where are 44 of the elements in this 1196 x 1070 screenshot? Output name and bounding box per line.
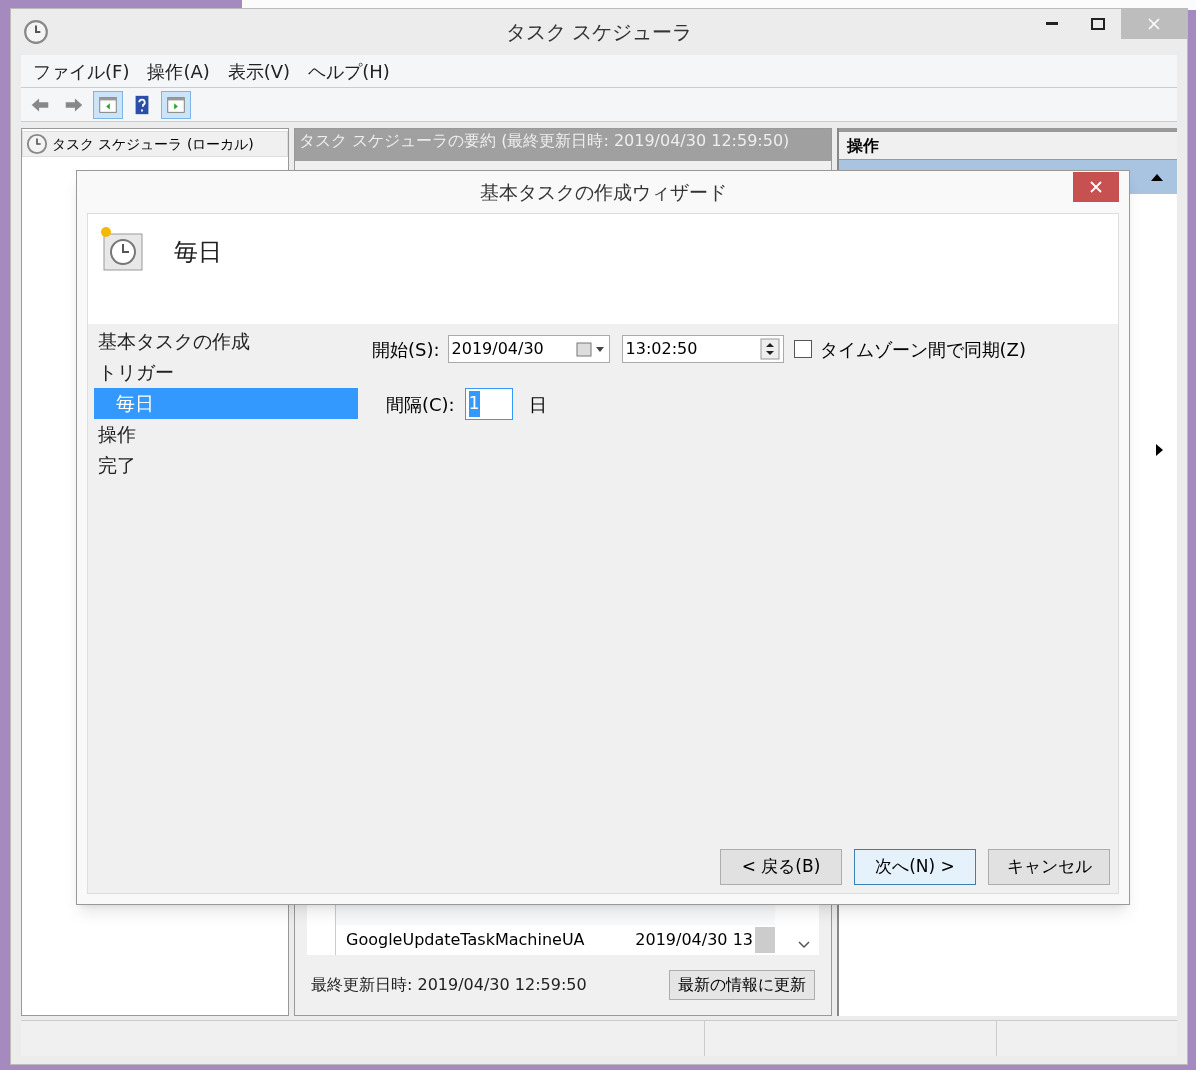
clock-icon (23, 19, 49, 45)
wizard-step[interactable]: 基本タスクの作成 (94, 326, 358, 357)
chevron-down-icon (798, 941, 810, 949)
calendar-dropdown-icon (575, 341, 606, 357)
scrollbar-thumb (755, 927, 775, 953)
wizard-step[interactable]: 完了 (94, 450, 358, 481)
expand-arrow-icon (1156, 444, 1163, 456)
checkbox[interactable] (793, 340, 812, 358)
menu-item[interactable]: 表示(V) (219, 57, 299, 85)
scheduled-task-icon (98, 226, 146, 274)
date-picker[interactable]: 2019/04/30 (447, 335, 610, 363)
table-cell-text: GoogleUpdateTaskMachineUA (345, 929, 586, 951)
last-updated-text: 最終更新日時: 2019/04/30 12:59:50 (311, 974, 587, 996)
close-icon (1090, 181, 1102, 193)
collapse-icon (1151, 173, 1163, 181)
step-title: 毎日 (174, 237, 222, 268)
table-cell-text: 2019/04/30 13 (634, 929, 754, 951)
menu-item[interactable]: 操作(A) (139, 57, 218, 85)
toolbar-button[interactable] (93, 90, 123, 119)
window-title: タスク スケジューラ (505, 19, 693, 46)
field-label: 開始(S): (372, 337, 440, 362)
wizard-button[interactable]: < 戻る(B) (720, 849, 842, 885)
wizard-step[interactable]: 操作 (94, 419, 358, 450)
dialog-title: 基本タスクの作成ウィザード (479, 179, 727, 205)
checkbox-label: タイムゾーン間で同期(Z) (819, 337, 1026, 362)
refresh-button[interactable]: 最新の情報に更新 (669, 970, 815, 1000)
summary-header: タスク スケジューラの要約 (最終更新日時: 2019/04/30 12:59:50) (295, 129, 831, 161)
wizard-button[interactable]: キャンセル (988, 849, 1110, 885)
maximize-icon (1091, 18, 1105, 30)
menu-item[interactable]: ヘルプ(H) (300, 57, 398, 85)
close-button[interactable] (1073, 172, 1119, 202)
tree-item[interactable]: タスク スケジューラ (ローカル) (22, 131, 288, 157)
time-spinner[interactable]: 13:02:50 (621, 335, 784, 363)
clock-icon (26, 133, 48, 155)
close-icon (1148, 18, 1160, 30)
wizard-button[interactable]: 次へ(N) > (854, 849, 976, 885)
minimize-icon (1046, 22, 1058, 26)
field-label: 間隔(C): (386, 392, 455, 417)
toolbar-button[interactable] (161, 90, 191, 119)
unit-label: 日 (528, 392, 547, 417)
spinner-icon (759, 338, 780, 360)
menu-item[interactable]: ファイル(F) (25, 57, 138, 85)
wizard-step[interactable]: トリガー (94, 357, 358, 388)
actions-header: 操作 (839, 128, 1177, 160)
